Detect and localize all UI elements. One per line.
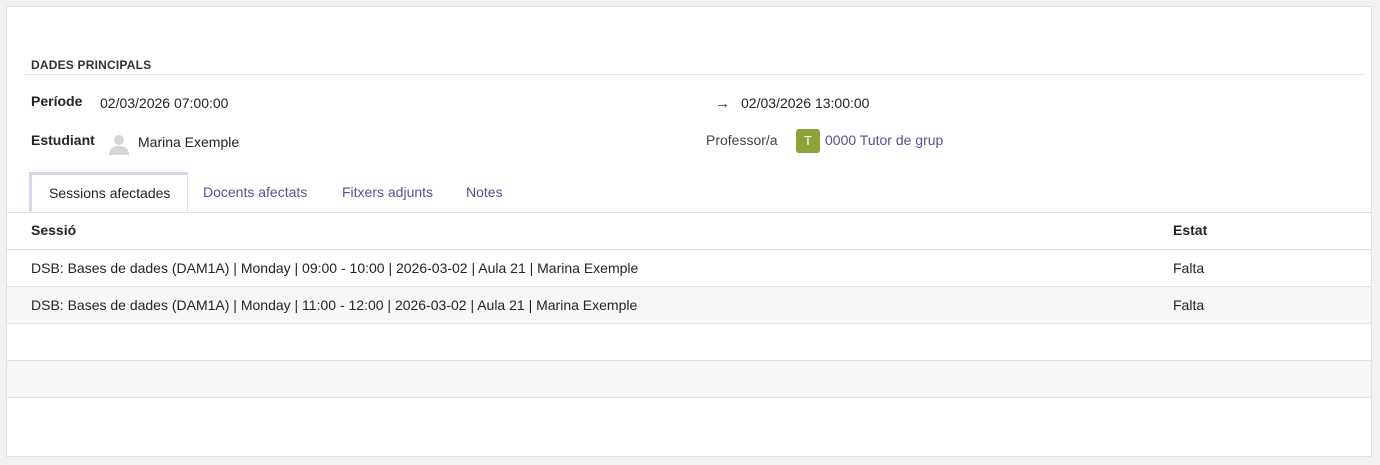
empty-row xyxy=(7,360,1371,398)
tab-fitxers-adjunts[interactable]: Fitxers adjunts xyxy=(342,172,433,212)
student-name: Marina Exemple xyxy=(138,134,240,150)
empty-row xyxy=(7,323,1371,361)
section-title: DADES PRINCIPALS xyxy=(31,58,152,72)
teacher-avatar: T xyxy=(796,129,820,153)
column-header-session: Sessió xyxy=(7,212,1173,250)
table-header-row: Sessió Estat xyxy=(7,212,1371,250)
section-divider xyxy=(23,74,1365,75)
status-cell: Falta xyxy=(1173,286,1371,324)
session-cell: DSB: Bases de dades (DAM1A) | Monday | 1… xyxy=(7,286,1173,324)
tab-sessions-afectades[interactable]: Sessions afectades xyxy=(29,172,189,212)
empty-cell xyxy=(7,360,1173,398)
empty-cell xyxy=(1173,360,1371,398)
tab-bar: Sessions afectades Docents afectats Fitx… xyxy=(7,172,1371,213)
period-start: 02/03/2026 07:00:00 xyxy=(100,95,229,111)
empty-cell xyxy=(1173,323,1371,361)
tab-notes[interactable]: Notes xyxy=(466,172,503,212)
arrow-right-icon: → xyxy=(715,95,730,112)
period-end: 02/03/2026 13:00:00 xyxy=(741,95,870,111)
user-avatar-icon xyxy=(108,133,130,155)
tab-docents-afectats[interactable]: Docents afectats xyxy=(203,172,307,212)
teacher-label: Professor/a xyxy=(706,132,778,148)
table-row[interactable]: DSB: Bases de dades (DAM1A) | Monday | 1… xyxy=(7,286,1371,324)
detail-card: DADES PRINCIPALS Període 02/03/2026 07:0… xyxy=(6,6,1372,457)
period-label: Període xyxy=(31,93,83,109)
table-row[interactable]: DSB: Bases de dades (DAM1A) | Monday | 0… xyxy=(7,249,1371,287)
status-cell: Falta xyxy=(1173,249,1371,287)
teacher-link[interactable]: 0000 Tutor de grup xyxy=(825,132,943,148)
sessions-table: Sessió Estat DSB: Bases de dades (DAM1A)… xyxy=(7,212,1371,398)
student-label: Estudiant xyxy=(31,132,95,148)
column-header-status: Estat xyxy=(1173,212,1371,250)
empty-cell xyxy=(7,323,1173,361)
session-cell: DSB: Bases de dades (DAM1A) | Monday | 0… xyxy=(7,249,1173,287)
